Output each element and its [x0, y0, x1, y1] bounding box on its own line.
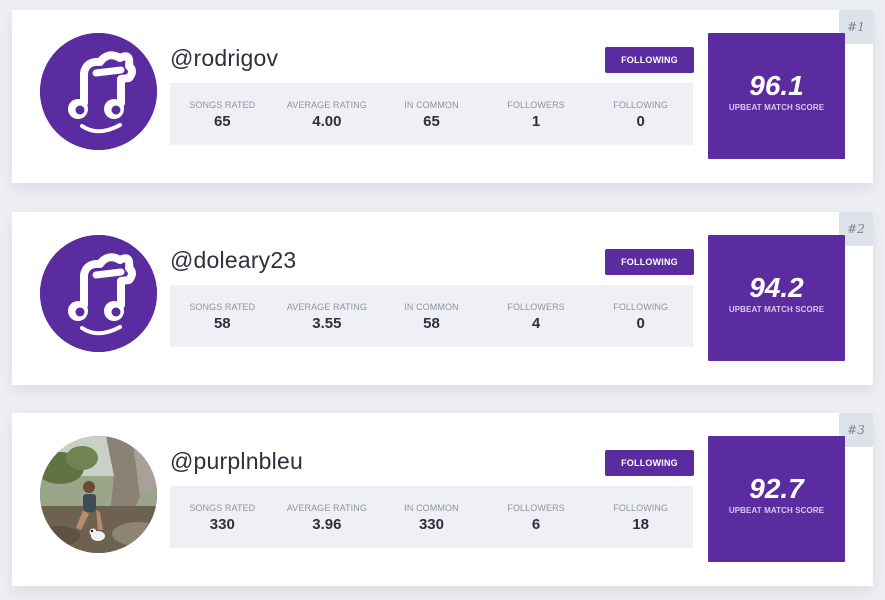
match-card: #3 @purplnbleu FOLLOWING SONGS RATED 330… — [12, 413, 873, 586]
match-score-label: UPBEAT MATCH SCORE — [728, 305, 825, 314]
username[interactable]: @doleary23 — [170, 247, 296, 274]
avatar[interactable] — [40, 235, 157, 352]
stat-followers[interactable]: FOLLOWERS 1 — [484, 83, 589, 145]
stat-songs-rated: SONGS RATED 330 — [170, 486, 275, 548]
note-face-icon — [40, 33, 157, 150]
stat-value: 4.00 — [312, 113, 342, 130]
stat-average-rating: AVERAGE RATING 4.00 — [275, 83, 380, 145]
match-score-value: 92.7 — [749, 473, 804, 504]
avatar[interactable] — [40, 33, 157, 150]
stat-label: IN COMMON — [404, 100, 459, 110]
username[interactable]: @purplnbleu — [170, 448, 303, 475]
stat-following[interactable]: FOLLOWING 0 — [588, 285, 693, 347]
match-card: #1 @rodrigov FOLLOWING SONGS RATED 65 AV… — [12, 10, 873, 183]
match-score-box: 92.7 UPBEAT MATCH SCORE — [708, 436, 845, 562]
stat-value: 65 — [423, 113, 440, 130]
match-score-box: 96.1 UPBEAT MATCH SCORE — [708, 33, 845, 159]
stat-value: 58 — [423, 315, 440, 332]
stat-label: FOLLOWERS — [507, 100, 565, 110]
stat-value: 18 — [632, 516, 650, 533]
stat-in-common: IN COMMON 58 — [379, 285, 484, 347]
stat-value: 330 — [209, 516, 235, 533]
stat-label: FOLLOWERS — [507, 302, 565, 312]
stat-value: 3.96 — [312, 516, 342, 533]
following-button[interactable]: FOLLOWING — [605, 450, 694, 476]
stat-label: IN COMMON — [404, 503, 459, 513]
stat-in-common: IN COMMON 330 — [379, 486, 484, 548]
stat-label: FOLLOWING — [613, 302, 669, 312]
stat-value: 4 — [531, 315, 541, 332]
stat-following[interactable]: FOLLOWING 18 — [588, 486, 693, 548]
stat-in-common: IN COMMON 65 — [379, 83, 484, 145]
stat-average-rating: AVERAGE RATING 3.55 — [275, 285, 380, 347]
stat-label: FOLLOWING — [613, 503, 669, 513]
stat-value: 58 — [213, 315, 231, 332]
stat-label: AVERAGE RATING — [286, 503, 367, 513]
following-button[interactable]: FOLLOWING — [605, 249, 694, 275]
stats-panel: SONGS RATED 65 AVERAGE RATING 4.00 IN CO… — [170, 83, 693, 145]
match-score-box: 94.2 UPBEAT MATCH SCORE — [708, 235, 845, 361]
avatar[interactable] — [40, 436, 157, 553]
stat-label: SONGS RATED — [189, 100, 256, 110]
stat-label: IN COMMON — [404, 302, 459, 312]
stat-label: SONGS RATED — [189, 503, 256, 513]
following-button[interactable]: FOLLOWING — [605, 47, 694, 73]
stat-label: SONGS RATED — [189, 302, 256, 312]
match-score-value: 96.1 — [749, 70, 804, 101]
match-score-label: UPBEAT MATCH SCORE — [728, 506, 825, 515]
match-score-label: UPBEAT MATCH SCORE — [728, 103, 825, 112]
match-score-value: 94.2 — [749, 272, 804, 303]
stat-value: 3.55 — [312, 315, 342, 332]
stat-value: 330 — [418, 516, 444, 533]
stats-panel: SONGS RATED 330 AVERAGE RATING 3.96 IN C… — [170, 486, 693, 548]
stat-songs-rated: SONGS RATED 58 — [170, 285, 275, 347]
stat-value: 65 — [213, 113, 231, 130]
stat-label: FOLLOWERS — [507, 503, 565, 513]
stat-label: FOLLOWING — [613, 100, 669, 110]
match-card: #2 @doleary23 FOLLOWING SONGS RATED 58 A… — [12, 212, 873, 385]
note-face-icon — [40, 235, 157, 352]
stat-value: 0 — [636, 113, 645, 130]
stat-value: 1 — [531, 113, 541, 130]
stat-average-rating: AVERAGE RATING 3.96 — [275, 486, 380, 548]
user-photo — [40, 436, 157, 553]
username[interactable]: @rodrigov — [170, 45, 278, 72]
stat-label: AVERAGE RATING — [286, 100, 367, 110]
stat-followers[interactable]: FOLLOWERS 4 — [484, 285, 589, 347]
stat-following[interactable]: FOLLOWING 0 — [588, 83, 693, 145]
stat-value: 0 — [636, 315, 645, 332]
stats-panel: SONGS RATED 58 AVERAGE RATING 3.55 IN CO… — [170, 285, 693, 347]
stat-followers[interactable]: FOLLOWERS 6 — [484, 486, 589, 548]
stat-songs-rated: SONGS RATED 65 — [170, 83, 275, 145]
stat-label: AVERAGE RATING — [286, 302, 367, 312]
stat-value: 6 — [531, 516, 541, 533]
